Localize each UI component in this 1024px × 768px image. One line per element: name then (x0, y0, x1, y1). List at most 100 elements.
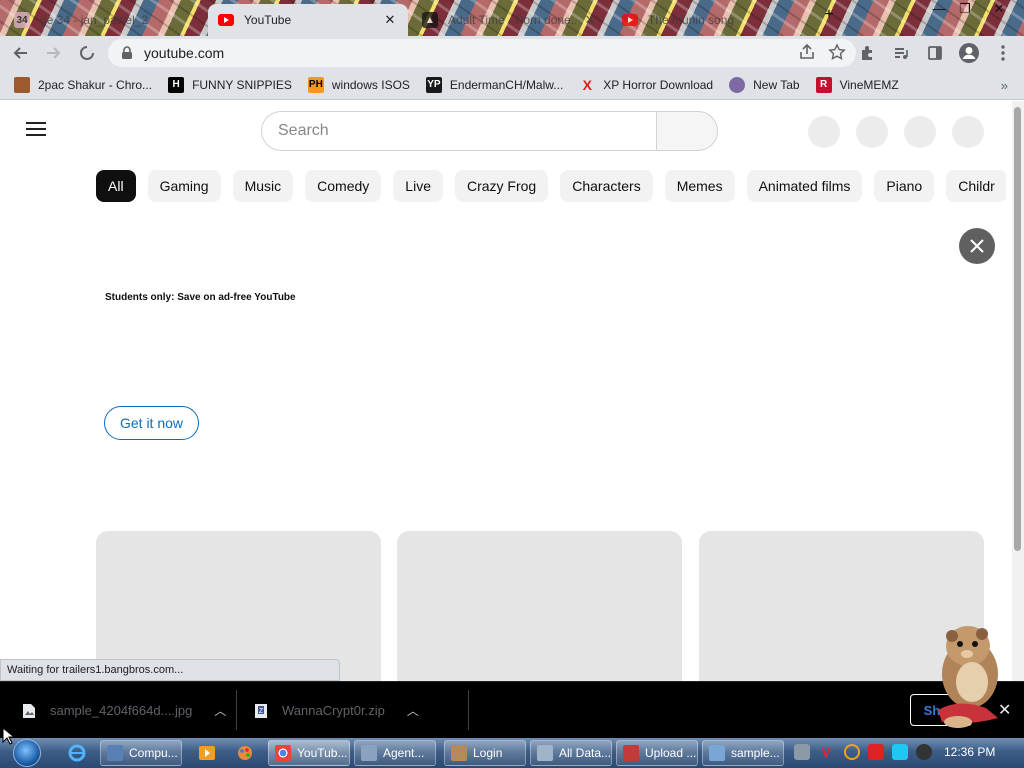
bookmark-xp-horror[interactable]: X XP Horror Download (579, 76, 714, 93)
taskbar-item-upload[interactable]: Upload ... (616, 740, 698, 766)
taskbar-item-computer[interactable]: Compu... (100, 740, 182, 766)
taskbar-label: Agent... (383, 746, 425, 760)
tray-volume-icon[interactable] (916, 744, 932, 760)
bookmark-favicon: R (815, 76, 832, 93)
taskbar-label: sample... (731, 746, 780, 760)
chip-crazy-frog[interactable]: Crazy Frog (454, 170, 549, 202)
bookmark-endermanch[interactable]: YP EndermanCH/Malw... (425, 76, 563, 93)
video-thumbnail-placeholder[interactable] (397, 531, 682, 681)
chip-piano[interactable]: Piano (874, 170, 935, 202)
chip-live[interactable]: Live (393, 170, 443, 202)
get-it-now-button[interactable]: Get it now (104, 406, 199, 440)
tray-app-icon[interactable] (794, 744, 810, 760)
hamster-desktop-pet-icon[interactable] (928, 614, 1008, 738)
system-clock: 12:36 PM (944, 745, 996, 759)
taskbar-item-login[interactable]: Login (444, 740, 526, 766)
star-icon[interactable] (828, 43, 846, 61)
download-item[interactable]: Z WannaCrypt0r.zip ︿ (254, 682, 419, 739)
close-tab-icon[interactable]: ✕ (582, 12, 598, 28)
windows-taskbar: Compu... YouTub... Agent... Login All Da… (0, 738, 1024, 768)
window-close-icon[interactable]: ✕ (984, 0, 1014, 20)
youtube-favicon-icon (622, 12, 638, 28)
bookmark-label: New Tab (753, 77, 800, 92)
tab-youtube[interactable]: YouTube ✕ (208, 4, 408, 36)
bookmark-favicon: H (168, 76, 185, 93)
extensions-puzzle-icon[interactable] (852, 38, 882, 68)
bookmarks-bar: 2pac Shakur - Chro... H FUNNY SNIPPIES P… (0, 70, 1024, 100)
spinner-icon[interactable] (72, 38, 102, 68)
tray-flag-icon[interactable] (868, 744, 884, 760)
header-placeholder-icon[interactable] (856, 116, 888, 148)
close-icon (970, 239, 984, 253)
header-placeholder-icon[interactable] (904, 116, 936, 148)
bookmark-favicon: X (582, 76, 592, 93)
ad-promo-prefix: Students only: (105, 292, 175, 303)
tab-munin-song[interactable]: The munin song (612, 4, 812, 36)
new-tab-icon[interactable]: + (814, 6, 844, 26)
tab-title: The munin song (648, 13, 735, 27)
page-scrollbar[interactable] (1012, 101, 1024, 681)
close-tab-icon[interactable]: ✕ (382, 12, 398, 28)
taskbar-label: All Data... (559, 746, 612, 760)
tray-search-icon[interactable] (844, 744, 860, 760)
svg-text:Z: Z (259, 708, 264, 715)
category-chips: All Gaming Music Comedy Live Crazy Frog … (96, 170, 1006, 204)
download-item[interactable]: sample_4204f664d....jpg ︿ (22, 682, 226, 739)
chip-characters[interactable]: Characters (560, 170, 653, 202)
bookmark-windows-isos[interactable]: PH windows ISOS (307, 76, 410, 93)
internet-explorer-icon[interactable] (66, 742, 88, 764)
close-ad-button[interactable] (959, 228, 995, 264)
chrome-icon (275, 745, 291, 761)
search-input[interactable] (278, 122, 638, 140)
taskbar-item-agent[interactable]: Agent... (354, 740, 436, 766)
chip-memes[interactable]: Memes (664, 170, 735, 202)
chip-gaming[interactable]: Gaming (147, 170, 221, 202)
address-bar[interactable]: youtube.com (108, 39, 856, 67)
search-box[interactable] (261, 111, 657, 151)
tray-v-icon[interactable]: V (818, 744, 834, 760)
taskbar-item-sample[interactable]: sample... (702, 740, 784, 766)
bookmark-2pac[interactable]: 2pac Shakur - Chro... (14, 76, 152, 93)
media-player-icon[interactable] (196, 742, 218, 764)
hamburger-menu-icon[interactable] (26, 122, 46, 136)
chip-all[interactable]: All (96, 170, 136, 202)
arrow-right-icon[interactable] (38, 38, 68, 68)
chip-music[interactable]: Music (232, 170, 294, 202)
chevron-double-right-icon[interactable]: » (1001, 78, 1008, 93)
chevron-up-icon[interactable]: ︿ (214, 702, 226, 719)
taskbar-item-youtube-chrome[interactable]: YouTub... (268, 740, 350, 766)
bookmark-vinememz[interactable]: R VineMEMZ (815, 76, 899, 93)
bookmark-funny-snippies[interactable]: H FUNNY SNIPPIES (168, 76, 292, 93)
taskbar-label: YouTub... (297, 746, 348, 760)
header-placeholder-icon[interactable] (808, 116, 840, 148)
share-icon[interactable] (798, 43, 816, 61)
bookmark-label: FUNNY SNIPPIES (192, 77, 292, 92)
ad-promo-body: Save on ad-free YouTube (177, 292, 296, 303)
status-bubble: Waiting for trailers1.bangbros.com... (0, 659, 340, 681)
image-file-icon (23, 703, 35, 718)
side-panel-icon[interactable] (920, 38, 950, 68)
paint-icon[interactable] (234, 742, 256, 764)
kebab-menu-icon[interactable] (988, 38, 1018, 68)
bookmark-new-tab[interactable]: New Tab (729, 76, 800, 93)
chip-comedy[interactable]: Comedy (305, 170, 382, 202)
tray-monitor-icon[interactable] (892, 744, 908, 760)
bookmark-favicon (729, 76, 746, 93)
youtube-favicon-icon (218, 12, 234, 28)
arrow-left-icon[interactable] (6, 38, 36, 68)
restore-icon[interactable]: ❐ (950, 0, 980, 20)
tab-jan-pawel[interactable]: 34 ge 34 - jan_pawel_2 (4, 4, 204, 36)
taskbar-item-all-data[interactable]: All Data... (530, 740, 612, 766)
profile-avatar-icon[interactable] (954, 38, 984, 68)
chip-children[interactable]: Childr (946, 170, 1006, 202)
tab-adult-time[interactable]: ▲ Adult Time - Porn done... ✕ (412, 4, 608, 36)
ad-promo-text: Students only: Save on ad-free YouTube (105, 292, 296, 303)
chevron-up-icon[interactable]: ︿ (407, 702, 419, 719)
chip-animated-films[interactable]: Animated films (746, 170, 863, 202)
media-playlist-icon[interactable] (886, 38, 916, 68)
header-placeholder-icon[interactable] (952, 116, 984, 148)
browser-toolbar: youtube.com (0, 36, 1024, 70)
scrollbar-thumb[interactable] (1014, 107, 1021, 551)
search-button[interactable] (656, 111, 718, 151)
windows-orb-icon (13, 739, 41, 767)
